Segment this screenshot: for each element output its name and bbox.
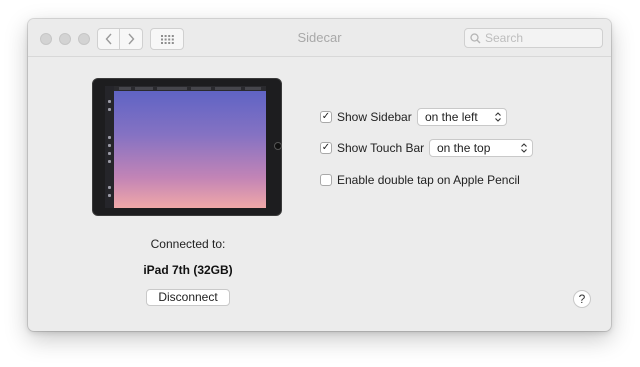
home-button-icon bbox=[274, 142, 282, 150]
search-field[interactable]: Search bbox=[464, 28, 603, 48]
touch-bar-preview bbox=[105, 86, 266, 91]
show-touch-bar-label: Show Touch Bar bbox=[337, 141, 425, 155]
ipad-illustration bbox=[92, 78, 282, 216]
device-name: iPad 7th (32GB) bbox=[143, 263, 233, 277]
show-touch-bar-row: ✓ Show Touch Bar bbox=[320, 141, 424, 155]
ipad-screen bbox=[105, 86, 266, 208]
touch-bar-position-popup[interactable]: on the top bbox=[429, 139, 533, 157]
preferences-window: Sidecar Search Connected to: iPad 7th (3… bbox=[28, 19, 611, 331]
chevron-updown-icon bbox=[521, 143, 527, 153]
show-touch-bar-checkbox[interactable]: ✓ bbox=[320, 142, 332, 154]
sidebar-preview bbox=[105, 86, 114, 208]
search-icon bbox=[470, 32, 481, 43]
chevron-updown-icon bbox=[495, 112, 501, 122]
double-tap-row: Enable double tap on Apple Pencil bbox=[320, 173, 520, 187]
show-sidebar-label: Show Sidebar bbox=[337, 110, 412, 124]
connected-to-label: Connected to: bbox=[150, 237, 226, 251]
search-placeholder: Search bbox=[485, 31, 524, 45]
title-bar: Sidecar Search bbox=[28, 19, 611, 57]
help-button[interactable]: ? bbox=[573, 290, 591, 308]
sidebar-position-popup[interactable]: on the left bbox=[417, 108, 507, 126]
sidebar-position-value: on the left bbox=[425, 110, 478, 124]
show-sidebar-checkbox[interactable]: ✓ bbox=[320, 111, 332, 123]
touch-bar-position-value: on the top bbox=[437, 141, 491, 155]
show-sidebar-row: ✓ Show Sidebar bbox=[320, 110, 412, 124]
disconnect-button[interactable]: Disconnect bbox=[146, 289, 230, 306]
double-tap-label: Enable double tap on Apple Pencil bbox=[337, 173, 520, 187]
double-tap-checkbox[interactable] bbox=[320, 174, 332, 186]
